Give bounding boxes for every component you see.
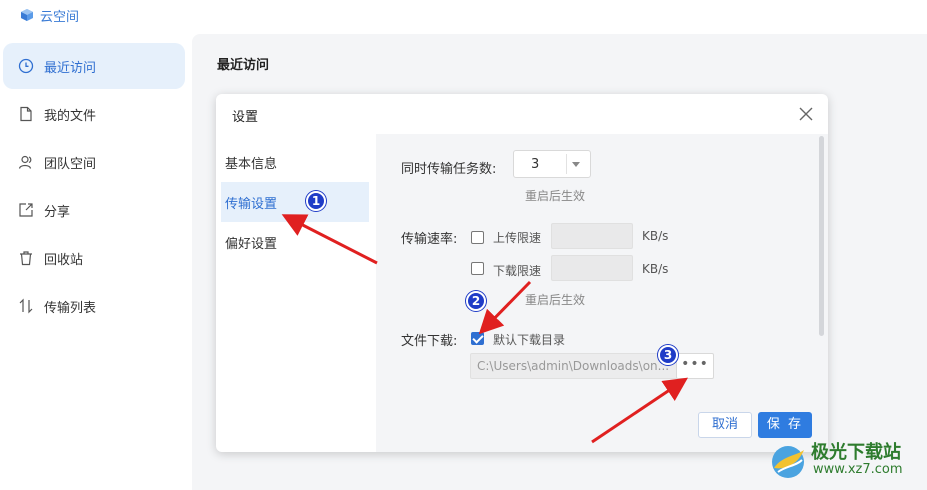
- save-button[interactable]: 保 存: [758, 412, 812, 438]
- sidebar-item-transfer-list[interactable]: 传输列表: [3, 283, 185, 329]
- upload-unit: KB/s: [642, 229, 669, 243]
- cube-icon: [21, 9, 33, 21]
- restart-hint: 重启后生效: [525, 189, 586, 203]
- share-icon: [19, 203, 33, 217]
- page-title: 最近访问: [217, 58, 270, 73]
- clock-icon: [18, 58, 34, 74]
- close-icon[interactable]: [798, 106, 814, 122]
- watermark: 极光下载站 www.xz7.com: [768, 436, 923, 486]
- settings-nav-basic-info[interactable]: 基本信息: [221, 142, 369, 182]
- sidebar-item-label: 最近访问: [44, 60, 97, 76]
- sidebar-item-label: 回收站: [44, 252, 84, 268]
- upload-limit-checkbox[interactable]: [471, 231, 484, 244]
- annotation-marker-1: 1: [306, 191, 326, 211]
- download-limit-label: 下载限速: [493, 264, 542, 278]
- sidebar-item-label: 分享: [44, 204, 71, 220]
- annotation-marker-2: 2: [466, 291, 486, 311]
- annotation-marker-3: 3: [658, 345, 678, 365]
- watermark-logo-icon: [772, 446, 804, 478]
- file-download-label: 文件下载:: [401, 334, 458, 349]
- concurrent-value: 3: [531, 157, 540, 172]
- download-unit: KB/s: [642, 262, 669, 276]
- transfer-icon: [19, 298, 33, 314]
- dialog-header: 设置: [216, 94, 828, 134]
- sidebar-item-team-space[interactable]: 团队空间: [3, 139, 185, 185]
- sidebar-item-label: 团队空间: [44, 156, 97, 172]
- settings-nav-transfer[interactable]: 传输设置: [221, 182, 369, 222]
- upload-limit-input[interactable]: [551, 223, 633, 249]
- default-dir-checkbox[interactable]: [471, 332, 484, 345]
- sidebar-item-share[interactable]: 分享: [3, 187, 185, 233]
- sidebar-item-recycle-bin[interactable]: 回收站: [3, 235, 185, 281]
- sidebar-item-label: 我的文件: [44, 108, 97, 124]
- concurrent-label: 同时传输任务数:: [401, 162, 497, 177]
- chevron-down-icon: [572, 162, 580, 167]
- trash-icon: [20, 251, 32, 266]
- file-icon: [20, 106, 32, 122]
- settings-content: 同时传输任务数: 3 重启后生效 传输速率: 上传限速 KB/s 下载限速 KB…: [376, 134, 828, 452]
- download-path-field[interactable]: C:\Users\admin\Downloads\on...: [470, 353, 678, 379]
- download-limit-input[interactable]: [551, 255, 633, 281]
- settings-dialog: 设置 基本信息 传输设置 偏好设置 同时传输任务数: 3 重启后生效 传输速率:…: [216, 94, 828, 452]
- app-title: 云空间: [20, 5, 79, 25]
- watermark-title: 极光下载站: [811, 442, 901, 463]
- default-dir-label: 默认下载目录: [493, 333, 566, 347]
- watermark-url: www.xz7.com: [813, 462, 903, 477]
- sidebar-item-my-files[interactable]: 我的文件: [3, 91, 185, 137]
- sidebar-item-label: 传输列表: [44, 300, 97, 316]
- app-title-text: 云空间: [40, 9, 80, 25]
- browse-button[interactable]: •••: [676, 353, 714, 379]
- restart-hint: 重启后生效: [525, 293, 586, 307]
- team-icon: [18, 155, 32, 169]
- speed-label: 传输速率:: [401, 232, 458, 247]
- settings-nav: 基本信息 传输设置 偏好设置: [216, 134, 376, 452]
- concurrent-select[interactable]: 3: [513, 150, 591, 178]
- upload-limit-label: 上传限速: [493, 231, 542, 245]
- scrollbar[interactable]: [819, 136, 824, 336]
- download-limit-checkbox[interactable]: [471, 262, 484, 275]
- cancel-button[interactable]: 取消: [698, 412, 752, 438]
- settings-nav-preferences[interactable]: 偏好设置: [221, 222, 369, 262]
- sidebar-item-recent[interactable]: 最近访问: [3, 43, 185, 89]
- dialog-title: 设置: [232, 110, 259, 125]
- select-divider: [566, 154, 567, 174]
